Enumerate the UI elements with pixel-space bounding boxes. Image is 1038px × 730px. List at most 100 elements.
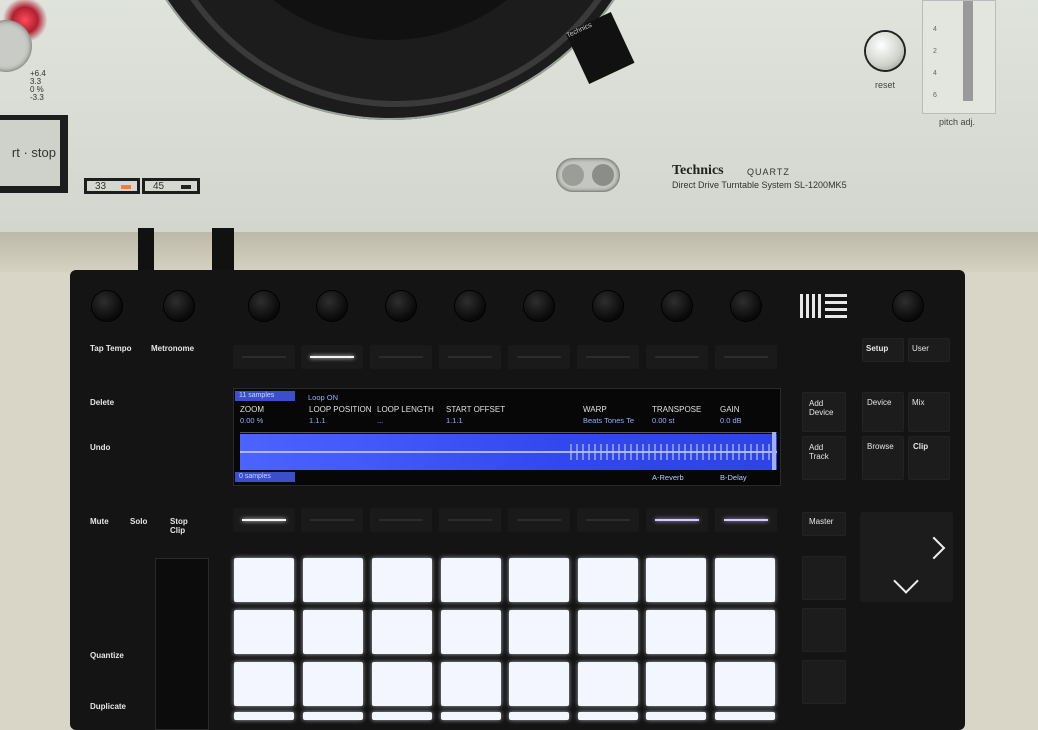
track-encoder-4[interactable] <box>455 291 485 321</box>
track-encoder-6[interactable] <box>593 291 623 321</box>
brand-sub: QUARTZ <box>747 167 790 177</box>
speed-45-button[interactable]: 45 <box>142 178 200 194</box>
mute-button[interactable]: Mute <box>90 517 109 526</box>
browse-label: Browse <box>867 442 894 451</box>
pad[interactable] <box>234 558 294 602</box>
undo-button[interactable]: Undo <box>90 443 110 452</box>
pad[interactable] <box>646 610 706 654</box>
upper-select-5[interactable] <box>508 345 570 369</box>
scene-launch-2[interactable] <box>802 608 846 652</box>
touch-strip[interactable] <box>155 558 209 730</box>
param-value: 0.00 % <box>240 416 264 425</box>
param-value: ... <box>377 416 384 425</box>
pad[interactable] <box>715 662 775 706</box>
pad[interactable] <box>715 558 775 602</box>
param-value: 1.1.1 <box>309 416 326 425</box>
metronome-button[interactable]: Metronome <box>151 344 194 353</box>
pad[interactable] <box>646 712 706 720</box>
lower-select-5[interactable] <box>508 508 570 532</box>
add-device-label: Add Device <box>809 399 834 417</box>
param-label: ZOOM <box>240 405 264 414</box>
upper-select-8[interactable] <box>715 345 777 369</box>
timeline-ruler <box>240 426 777 433</box>
delete-button[interactable]: Delete <box>90 398 114 407</box>
pad[interactable] <box>509 610 569 654</box>
track-encoder-3[interactable] <box>386 291 416 321</box>
param-value: 0.0 dB <box>720 416 742 425</box>
lower-select-6[interactable] <box>577 508 639 532</box>
duplicate-button[interactable]: Duplicate <box>90 702 126 711</box>
scene-launch-3[interactable] <box>802 660 846 704</box>
lower-select-4[interactable] <box>439 508 501 532</box>
pitch-slider-track[interactable] <box>963 1 973 101</box>
pad[interactable] <box>715 712 775 720</box>
tap-tempo-button[interactable]: Tap Tempo <box>90 344 131 353</box>
param-label: LOOP LENGTH <box>377 405 434 414</box>
pad[interactable] <box>372 662 432 706</box>
upper-select-4[interactable] <box>439 345 501 369</box>
pad[interactable] <box>372 610 432 654</box>
track-encoder-8[interactable] <box>731 291 761 321</box>
pad[interactable] <box>303 558 363 602</box>
swing-encoder[interactable] <box>164 291 194 321</box>
lower-select-1[interactable] <box>233 508 295 532</box>
master-encoder[interactable] <box>893 291 923 321</box>
reset-label: reset <box>875 80 896 90</box>
track-encoder-7[interactable] <box>662 291 692 321</box>
pad[interactable] <box>441 558 501 602</box>
pad[interactable] <box>234 610 294 654</box>
quantize-button[interactable]: Quantize <box>90 651 124 660</box>
pitch-slider[interactable]: 4 2 4 6 <box>922 0 996 114</box>
pad[interactable] <box>303 662 363 706</box>
upper-select-2[interactable] <box>301 345 363 369</box>
track-encoder-1[interactable] <box>249 291 279 321</box>
lower-select-3[interactable] <box>370 508 432 532</box>
lower-select-2[interactable] <box>301 508 363 532</box>
pad[interactable] <box>303 712 363 720</box>
pad[interactable] <box>441 610 501 654</box>
solo-button[interactable]: Solo <box>130 517 147 526</box>
pad[interactable] <box>646 662 706 706</box>
speed-33-button[interactable]: 33 <box>84 178 140 194</box>
pad[interactable] <box>646 558 706 602</box>
stop-clip-button[interactable]: Stop Clip <box>170 517 196 535</box>
lower-select-8[interactable] <box>715 508 777 532</box>
pad[interactable] <box>234 662 294 706</box>
pad[interactable] <box>578 662 638 706</box>
clip-label: Clip <box>913 442 929 451</box>
scene-launch-1[interactable] <box>802 556 846 600</box>
pad[interactable] <box>372 712 432 720</box>
pad[interactable] <box>715 610 775 654</box>
track-encoder-2[interactable] <box>317 291 347 321</box>
samples-bottom-label: 0 samples <box>235 472 295 482</box>
cable <box>138 228 154 273</box>
pad[interactable] <box>578 558 638 602</box>
lower-select-7[interactable] <box>646 508 708 532</box>
cue-lever[interactable] <box>556 158 620 192</box>
reset-button[interactable] <box>866 32 904 70</box>
pad[interactable] <box>509 712 569 720</box>
upper-select-7[interactable] <box>646 345 708 369</box>
loop-end-marker <box>772 432 776 470</box>
param-label: LOOP POSITION <box>309 405 372 414</box>
pad[interactable] <box>303 610 363 654</box>
pad[interactable] <box>509 558 569 602</box>
upper-select-1[interactable] <box>233 345 295 369</box>
cable <box>212 228 234 273</box>
tempo-encoder[interactable] <box>92 291 122 321</box>
master-label: Master <box>809 517 834 526</box>
return-label-a: A-Reverb <box>652 473 684 482</box>
upper-select-3[interactable] <box>370 345 432 369</box>
pad[interactable] <box>578 712 638 720</box>
pad[interactable] <box>509 662 569 706</box>
param-label: START OFFSET <box>446 405 506 414</box>
pad[interactable] <box>372 558 432 602</box>
upper-select-6[interactable] <box>577 345 639 369</box>
pad[interactable] <box>578 610 638 654</box>
pad[interactable] <box>441 712 501 720</box>
brand-logo: Technics <box>672 163 724 178</box>
pad[interactable] <box>441 662 501 706</box>
start-stop-button[interactable]: rt · stop <box>0 120 60 186</box>
pad[interactable] <box>234 712 294 720</box>
track-encoder-5[interactable] <box>524 291 554 321</box>
